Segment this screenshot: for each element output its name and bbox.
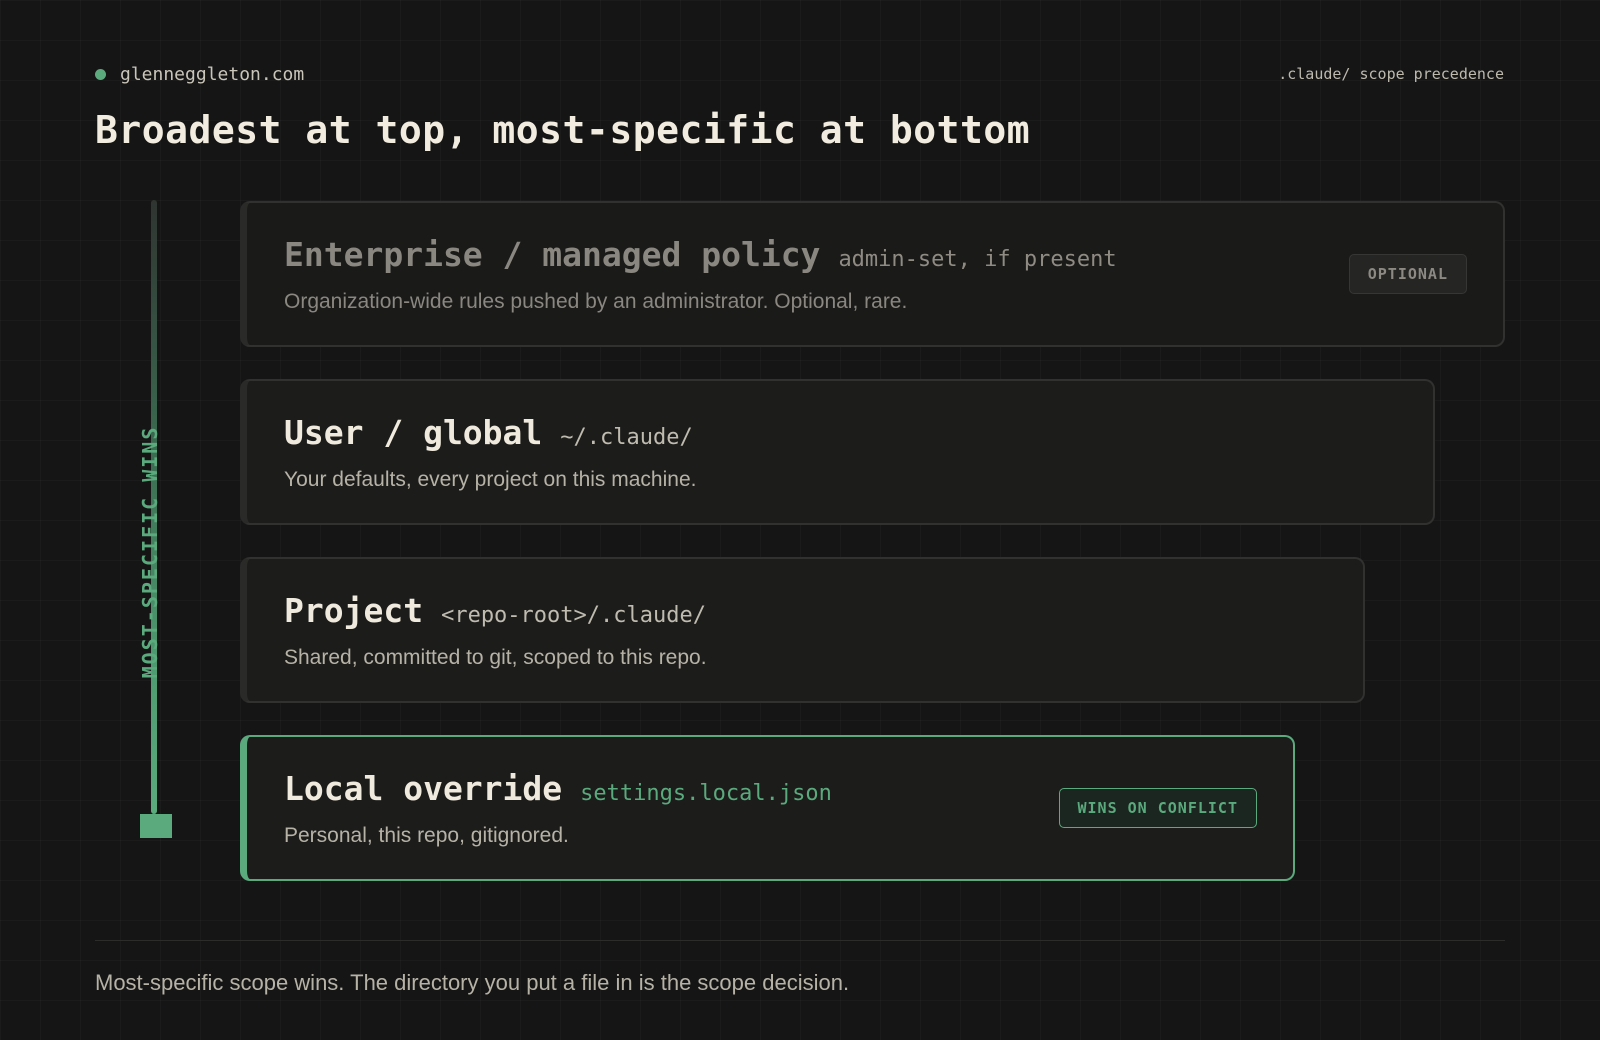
scope-location: settings.local.json <box>580 781 832 806</box>
precedence-rail-end-marker <box>140 814 172 838</box>
site-name: glenneggleton.com <box>120 64 305 85</box>
scope-description: Personal, this repo, gitignored. <box>284 824 569 847</box>
optional-badge: OPTIONAL <box>1348 254 1467 294</box>
diagram-context-label: .claude/ scope precedence <box>1278 65 1504 83</box>
scope-description: Your defaults, every project on this mac… <box>284 468 697 491</box>
site-header: glenneggleton.com <box>95 64 304 85</box>
scope-location: <repo-root>/.claude/ <box>441 603 706 628</box>
scope-description: Shared, committed to git, scoped to this… <box>284 646 707 669</box>
wins-on-conflict-badge: WINS ON CONFLICT <box>1058 788 1257 828</box>
scope-card-local: Local override settings.local.json Perso… <box>240 735 1295 881</box>
scope-card-user: User / global ~/.claude/ Your defaults, … <box>240 379 1435 525</box>
status-dot-icon <box>95 69 106 80</box>
page-title: Broadest at top, most-specific at bottom <box>95 108 1031 152</box>
scope-name: User / global <box>284 413 543 452</box>
scope-name: Local override <box>284 769 563 808</box>
footer-caption: Most-specific scope wins. The directory … <box>95 970 850 995</box>
precedence-rail-label: MOST-SPECIFIC WINS <box>138 425 162 679</box>
scope-location: ~/.claude/ <box>560 425 693 450</box>
scope-card-project: Project <repo-root>/.claude/ Shared, com… <box>240 557 1365 703</box>
scope-card-enterprise: Enterprise / managed policy admin-set, i… <box>240 201 1505 347</box>
scope-name: Enterprise / managed policy <box>284 235 821 274</box>
scope-name: Project <box>284 591 424 630</box>
footer-divider <box>95 940 1505 941</box>
scope-description: Organization-wide rules pushed by an adm… <box>284 290 908 313</box>
scope-location: admin-set, if present <box>838 247 1117 272</box>
